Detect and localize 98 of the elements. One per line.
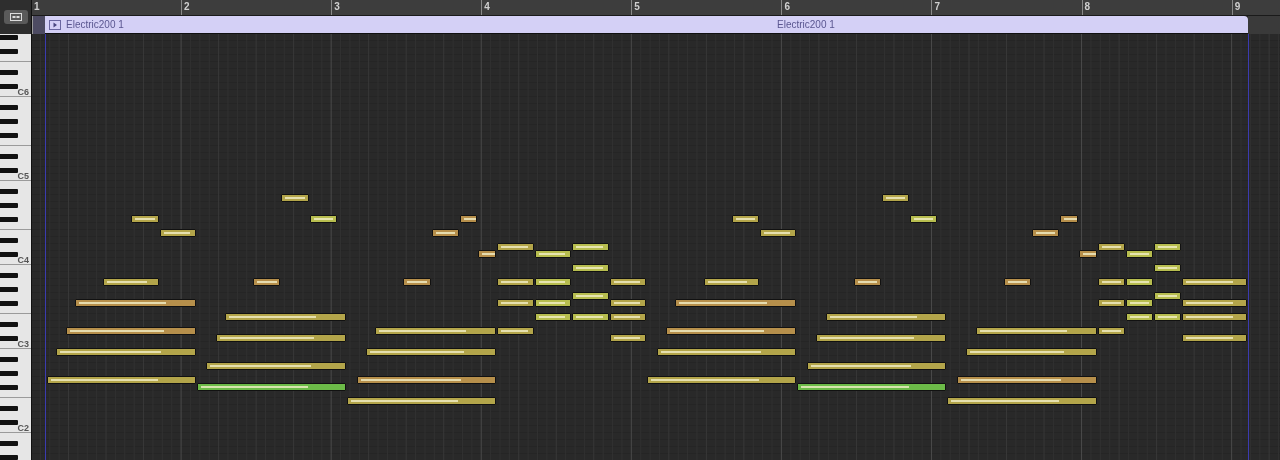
bar-number: 2 — [183, 0, 190, 14]
bar-number: 8 — [1083, 0, 1091, 14]
octave-label: C5 — [17, 172, 29, 181]
octave-label: C6 — [17, 88, 29, 97]
midi-note[interactable] — [675, 299, 797, 307]
bar-number: 6 — [783, 0, 790, 14]
midi-note[interactable] — [572, 264, 609, 272]
midi-note[interactable] — [534, 299, 572, 307]
midi-note[interactable] — [609, 299, 647, 307]
midi-note[interactable] — [225, 313, 347, 321]
midi-note[interactable] — [356, 376, 497, 384]
midi-note[interactable] — [966, 348, 1097, 356]
midi-note[interactable] — [1031, 229, 1059, 237]
midi-note[interactable] — [947, 397, 1097, 405]
midi-note[interactable] — [46, 376, 197, 384]
midi-note[interactable] — [459, 215, 478, 223]
midi-note[interactable] — [1097, 278, 1125, 286]
bar-number: 4 — [483, 0, 490, 14]
panel-icon — [9, 13, 22, 21]
midi-note[interactable] — [572, 313, 609, 321]
midi-note[interactable] — [1097, 299, 1125, 307]
midi-note[interactable] — [816, 334, 947, 342]
midi-note[interactable] — [497, 278, 534, 286]
midi-note[interactable] — [609, 278, 647, 286]
midi-note[interactable] — [731, 215, 759, 223]
midi-note[interactable] — [365, 348, 497, 356]
play-icon — [49, 19, 61, 30]
midi-note[interactable] — [534, 313, 572, 321]
midi-note[interactable] — [797, 383, 947, 391]
midi-note[interactable] — [1181, 299, 1247, 307]
midi-note[interactable] — [975, 327, 1097, 335]
midi-note[interactable] — [647, 376, 797, 384]
midi-note[interactable] — [1097, 327, 1125, 335]
midi-note[interactable] — [572, 292, 609, 300]
midi-note[interactable] — [1153, 264, 1181, 272]
midi-note[interactable] — [478, 250, 497, 258]
midi-note[interactable] — [1153, 292, 1181, 300]
midi-note[interactable] — [909, 215, 938, 223]
midi-note[interactable] — [1125, 299, 1153, 307]
midi-note[interactable] — [1125, 250, 1153, 258]
midi-note[interactable] — [403, 278, 431, 286]
octave-label: C3 — [17, 340, 29, 349]
midi-note[interactable] — [1097, 243, 1125, 251]
midi-note[interactable] — [375, 327, 497, 335]
midi-note[interactable] — [806, 362, 947, 370]
midi-note[interactable] — [666, 327, 797, 335]
midi-note[interactable] — [759, 229, 797, 237]
midi-note[interactable] — [75, 299, 197, 307]
midi-note[interactable] — [572, 243, 609, 251]
midi-note[interactable] — [703, 278, 759, 286]
midi-note[interactable] — [956, 376, 1097, 384]
midi-note[interactable] — [853, 278, 881, 286]
midi-note[interactable] — [609, 313, 647, 321]
octave-label: C4 — [17, 256, 29, 265]
region-name: Electric200 1 — [777, 18, 835, 32]
midi-note[interactable] — [609, 334, 647, 342]
midi-note[interactable] — [1153, 243, 1181, 251]
midi-note[interactable] — [65, 327, 197, 335]
midi-note[interactable] — [534, 250, 572, 258]
region-name: Electric200 1 — [66, 18, 124, 32]
midi-note[interactable] — [1003, 278, 1031, 286]
midi-note[interactable] — [881, 194, 909, 202]
midi-note[interactable] — [1181, 278, 1247, 286]
midi-region-header[interactable]: Electric200 1 Electric200 1 — [45, 16, 1248, 34]
midi-note[interactable] — [347, 397, 497, 405]
midi-note[interactable] — [197, 383, 347, 391]
midi-note[interactable] — [656, 348, 797, 356]
midi-note[interactable] — [159, 229, 197, 237]
midi-note[interactable] — [309, 215, 337, 223]
midi-note[interactable] — [1125, 278, 1153, 286]
bar-number: 7 — [933, 0, 941, 14]
piano-roll-grid[interactable] — [32, 34, 1280, 460]
midi-note[interactable] — [56, 348, 197, 356]
midi-note[interactable] — [497, 299, 534, 307]
midi-note[interactable] — [1060, 215, 1078, 223]
bar-number: 5 — [633, 0, 640, 14]
bar-number: 1 — [33, 0, 40, 14]
midi-note[interactable] — [1125, 313, 1153, 321]
midi-note[interactable] — [497, 327, 534, 335]
midi-note[interactable] — [825, 313, 947, 321]
midi-note[interactable] — [497, 243, 534, 251]
midi-note[interactable] — [253, 278, 281, 286]
midi-note[interactable] — [1181, 334, 1247, 342]
view-toggle-button[interactable] — [3, 10, 28, 24]
region-lead-strip — [32, 16, 45, 34]
midi-note[interactable] — [1181, 313, 1247, 321]
midi-note[interactable] — [215, 334, 347, 342]
bar-number: 9 — [1233, 0, 1241, 14]
midi-note[interactable] — [206, 362, 347, 370]
midi-note[interactable] — [281, 194, 309, 202]
midi-note[interactable] — [1078, 250, 1097, 258]
midi-note[interactable] — [534, 278, 572, 286]
midi-note[interactable] — [431, 229, 459, 237]
bar-number: 3 — [333, 0, 340, 14]
midi-note[interactable] — [1153, 313, 1181, 321]
octave-label: C2 — [17, 424, 29, 433]
midi-note[interactable] — [131, 215, 159, 223]
midi-note[interactable] — [103, 278, 159, 286]
